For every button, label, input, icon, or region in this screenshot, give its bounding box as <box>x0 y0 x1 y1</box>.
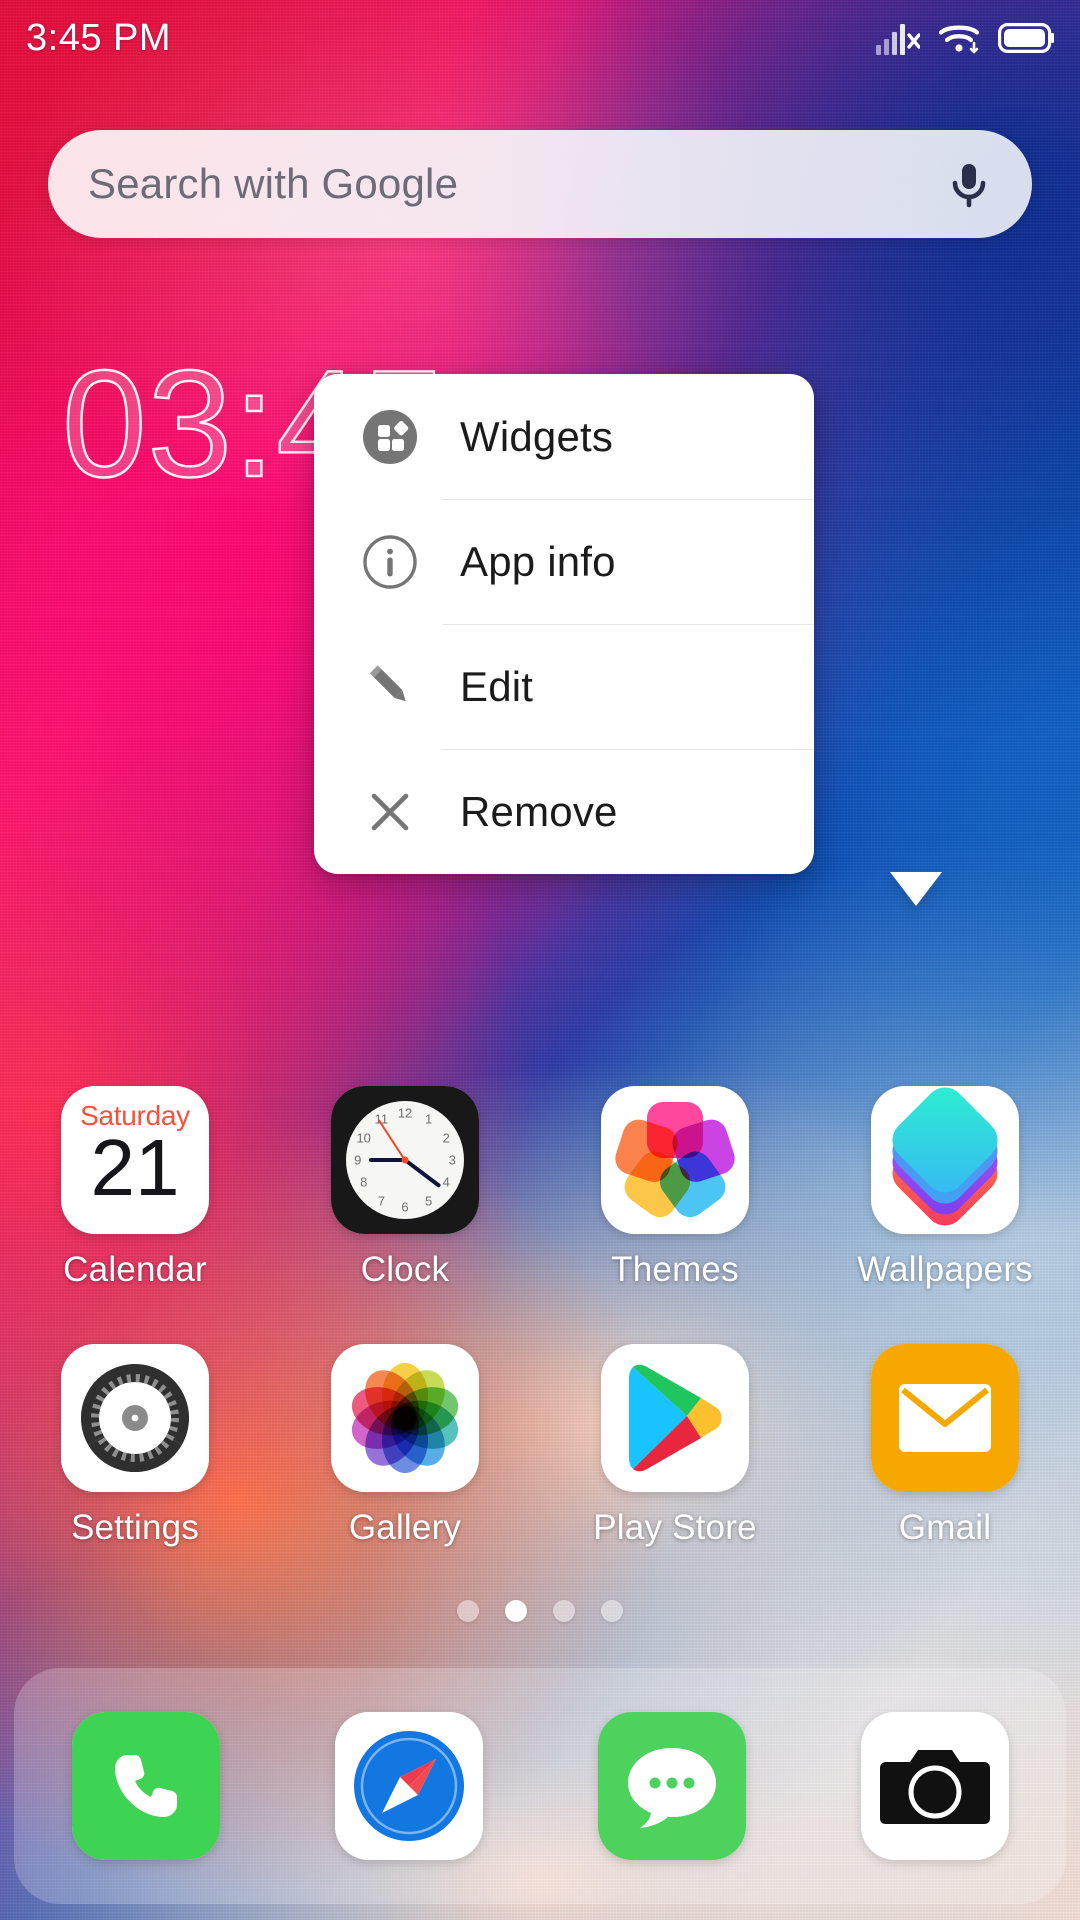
app-label: Gallery <box>348 1508 462 1547</box>
signal-no-sim-icon <box>876 24 920 55</box>
menu-item-app-info[interactable]: App info <box>314 499 814 624</box>
context-menu-pointer-tail <box>890 872 942 906</box>
gmail-envelope-icon[interactable] <box>871 1344 1019 1492</box>
search-input[interactable]: Search with Google <box>88 160 940 208</box>
app-grid-row-2: Settings Gallery Play Store Gmail <box>0 1344 1080 1548</box>
pencil-edit-icon <box>358 655 422 719</box>
menu-item-remove[interactable]: Remove <box>314 749 814 874</box>
play-store-icon[interactable] <box>601 1344 749 1492</box>
page-indicator[interactable] <box>0 1600 1080 1622</box>
dock-item-phone[interactable] <box>14 1712 277 1860</box>
app-calendar[interactable]: Saturday 21 Calendar <box>0 1086 270 1290</box>
page-dot-4[interactable] <box>601 1600 623 1622</box>
app-gmail[interactable]: Gmail <box>810 1344 1080 1548</box>
wallpaper-background <box>0 0 1080 1920</box>
gallery-photos-icon[interactable] <box>331 1344 479 1492</box>
clock-widget-hours: 03 <box>61 339 234 509</box>
status-bar-icons <box>876 21 1054 55</box>
camera-icon[interactable] <box>860 1712 1009 1860</box>
app-label: Gmail <box>898 1508 992 1547</box>
app-gallery[interactable]: Gallery <box>270 1344 540 1548</box>
menu-item-label: Edit <box>460 662 534 710</box>
page-dot-1[interactable] <box>457 1600 479 1622</box>
app-context-menu[interactable]: Widgets App info Edit Remove <box>314 374 814 874</box>
status-bar: 3:45 PM <box>0 0 1080 76</box>
page-dot-2-active[interactable] <box>505 1600 527 1622</box>
clock-widget-separator: : <box>232 339 277 509</box>
app-wallpapers[interactable]: Wallpapers <box>810 1086 1080 1290</box>
widgets-icon <box>358 405 422 469</box>
app-label: Clock <box>360 1250 450 1289</box>
message-bubble-icon[interactable] <box>597 1712 746 1860</box>
battery-icon <box>998 23 1054 53</box>
calendar-date: 21 <box>90 1123 180 1212</box>
menu-item-widgets[interactable]: Widgets <box>314 374 814 499</box>
settings-gear-icon[interactable] <box>61 1344 209 1492</box>
clock-minute-hand <box>403 1158 442 1189</box>
app-themes[interactable]: Themes <box>540 1086 810 1290</box>
clock-hour-hand <box>369 1158 405 1162</box>
calendar-icon[interactable]: Saturday 21 <box>61 1086 209 1234</box>
dock-item-browser[interactable] <box>277 1712 540 1860</box>
wallpaper-grain-overlay <box>0 0 1080 1920</box>
app-label: Play Store <box>593 1508 757 1547</box>
dock-item-camera[interactable] <box>803 1712 1066 1860</box>
menu-item-label: App info <box>460 537 616 585</box>
phone-handset-icon[interactable] <box>71 1712 220 1860</box>
menu-item-label: Remove <box>460 787 618 835</box>
status-bar-clock: 3:45 PM <box>26 16 172 59</box>
safari-compass-icon[interactable] <box>334 1712 483 1860</box>
info-circle-icon <box>358 530 422 594</box>
app-grid: Saturday 21 Calendar 12 1 2 3 4 5 6 7 8 … <box>0 1086 1080 1548</box>
app-label: Wallpapers <box>857 1250 1033 1289</box>
google-search-bar[interactable]: Search with Google <box>48 130 1032 238</box>
clock-icon[interactable]: 12 1 2 3 4 5 6 7 8 9 10 11 <box>331 1086 479 1234</box>
clock-face: 12 1 2 3 4 5 6 7 8 9 10 11 <box>346 1101 464 1219</box>
dock <box>14 1668 1066 1904</box>
app-label: Themes <box>611 1250 739 1289</box>
dock-item-messages[interactable] <box>540 1712 803 1860</box>
app-grid-row-1: Saturday 21 Calendar 12 1 2 3 4 5 6 7 8 … <box>0 1086 1080 1290</box>
app-play-store[interactable]: Play Store <box>540 1344 810 1548</box>
wallpapers-icon[interactable] <box>871 1086 1019 1234</box>
app-label: Settings <box>70 1508 200 1547</box>
clock-second-hand <box>377 1119 407 1161</box>
page-dot-3[interactable] <box>553 1600 575 1622</box>
app-settings[interactable]: Settings <box>0 1344 270 1548</box>
themes-icon[interactable] <box>601 1086 749 1234</box>
microphone-icon[interactable] <box>940 155 998 213</box>
menu-item-edit[interactable]: Edit <box>314 624 814 749</box>
menu-item-label: Widgets <box>460 412 614 460</box>
close-x-icon <box>358 780 422 844</box>
wifi-icon <box>938 25 980 54</box>
app-label: Calendar <box>63 1250 207 1289</box>
clock-center-hub <box>401 1156 409 1164</box>
app-clock[interactable]: 12 1 2 3 4 5 6 7 8 9 10 11 Clock <box>270 1086 540 1290</box>
